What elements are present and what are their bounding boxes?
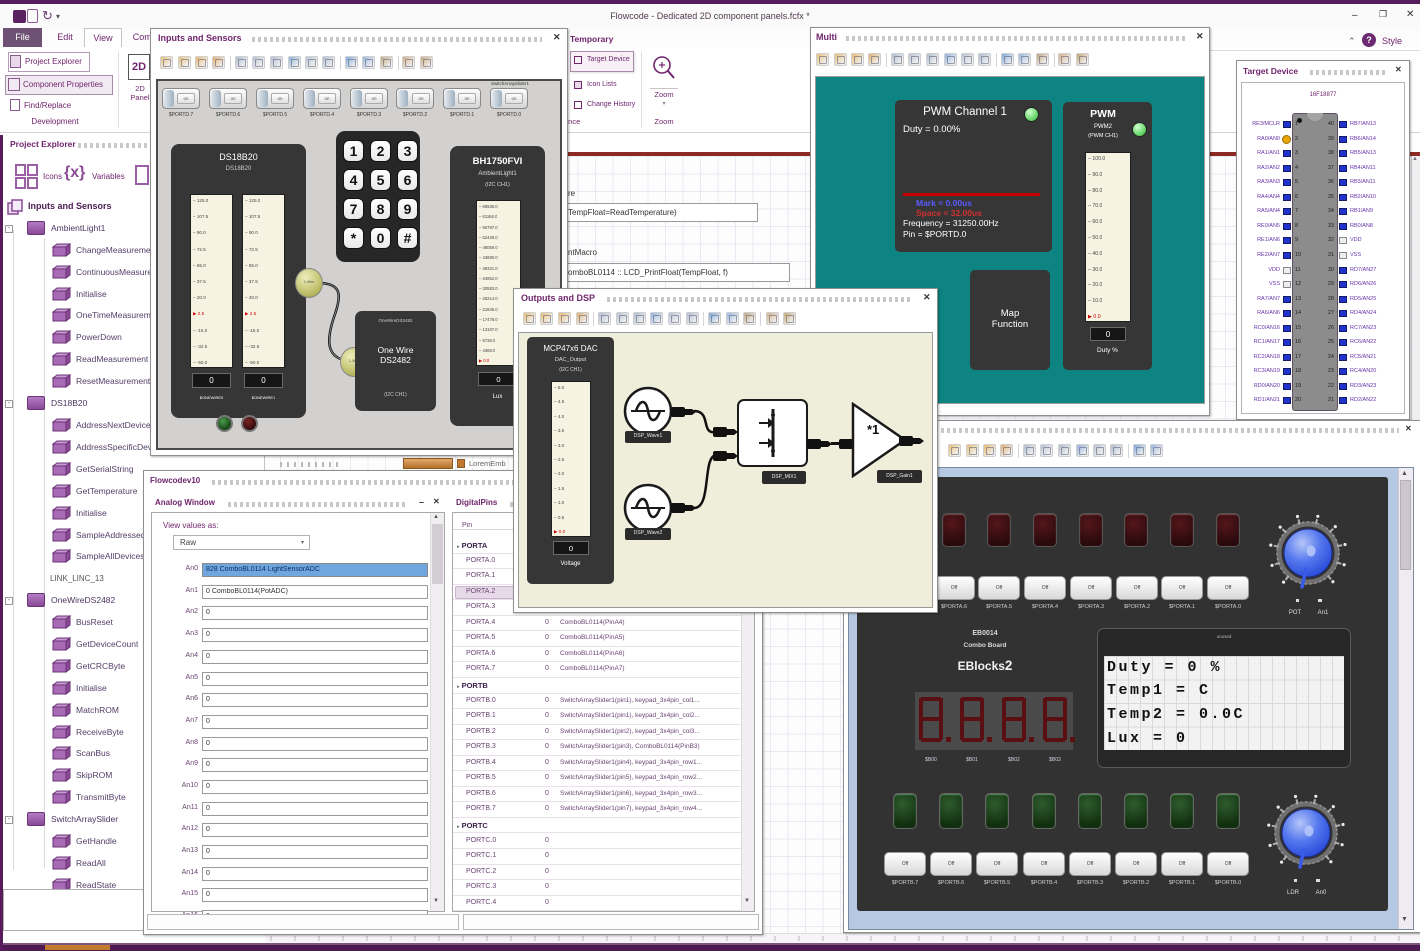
- svg-text:*1: *1: [867, 422, 879, 437]
